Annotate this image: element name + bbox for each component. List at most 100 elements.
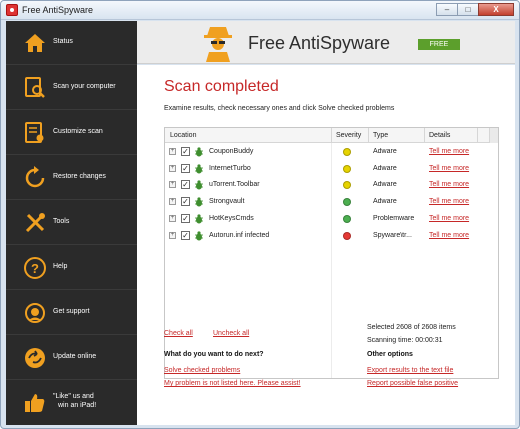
tools-icon [25,213,45,233]
uncheck-all-link[interactable]: Uncheck all [213,330,249,337]
threat-name: Strongvault [209,198,245,206]
support-icon [25,303,45,323]
sidebar-item-like-us[interactable]: "Like" us and win an iPad! [6,381,137,425]
threat-name: uTorrent.Toolbar [209,181,260,189]
next-steps-heading: What do you want to do next? [164,351,264,358]
threat-type: Adware [373,164,397,172]
table-row[interactable]: + ✓ uTorrent.Toolbar Adware Tell me more [165,177,498,193]
app-logo-icon [6,4,18,16]
app-header: Free AntiSpyware FREE [137,21,515,64]
threat-type: Spyware\tr... [373,231,412,239]
sidebar-item-label: Restore changes [53,173,106,180]
threat-name: InternetTurbo [209,164,251,172]
tell-me-more-link[interactable]: Tell me more [429,165,469,172]
expand-toggle[interactable]: + [169,198,176,206]
sidebar-item-label: Tools [53,218,70,225]
severity-indicator-icon [343,214,351,223]
maximize-button[interactable]: □ [457,3,479,16]
table-row[interactable]: + ✓ CouponBuddy Adware Tell me more [165,144,498,160]
expand-toggle[interactable]: + [169,231,176,239]
other-options-heading: Other options [367,351,413,358]
table-row[interactable]: + ✓ HotKeysCmds Problemware Tell me more [165,211,498,227]
column-severity[interactable]: Severity [336,132,361,139]
close-button[interactable]: X [478,3,514,16]
title-bar[interactable]: Free AntiSpyware – □ X [1,1,519,20]
page-title: Scan completed [164,78,279,95]
sidebar-item-help[interactable]: ? Help [6,246,137,290]
like-icon [25,394,45,412]
export-results-link[interactable]: Export results to the text file [367,367,453,374]
sidebar-item-scan[interactable]: Scan your computer [6,66,137,110]
column-type[interactable]: Type [373,132,388,139]
expand-toggle[interactable]: + [169,214,176,222]
sidebar-item-label: Customize scan [53,128,103,135]
bug-icon [195,214,203,224]
bug-icon [195,180,203,190]
svg-text:?: ? [31,261,39,276]
tell-me-more-link[interactable]: Tell me more [429,148,469,155]
main-panel: Scan completed Examine results, check ne… [137,65,515,425]
sidebar-item-customize-scan[interactable]: Customize scan [6,111,137,155]
problem-not-listed-link[interactable]: My problem is not listed here. Please as… [164,380,301,387]
threat-type: Adware [373,181,397,189]
sidebar-item-label: Help [53,263,68,270]
free-badge: FREE [418,39,460,50]
sidebar-item-update-online[interactable]: Update online [6,336,137,380]
row-checkbox[interactable]: ✓ [181,197,190,207]
column-details[interactable]: Details [429,132,450,139]
scan-magnifier-icon [25,77,45,98]
tell-me-more-link[interactable]: Tell me more [429,198,469,205]
bug-icon [195,164,203,174]
sidebar-item-label: Scan your computer [53,83,116,90]
table-row[interactable]: + ✓ InternetTurbo Adware Tell me more [165,161,498,177]
row-checkbox[interactable]: ✓ [181,180,190,190]
report-false-positive-link[interactable]: Report possible false positive [367,380,458,387]
table-header: Location Severity Type Details [165,128,498,143]
row-checkbox[interactable]: ✓ [181,230,190,240]
row-checkbox[interactable]: ✓ [181,147,190,156]
sidebar-item-get-support[interactable]: Get support [6,291,137,335]
sidebar-item-status[interactable]: Status [6,21,137,65]
expand-toggle[interactable]: + [169,148,176,155]
customize-scan-icon [25,122,44,143]
bug-icon [195,197,203,207]
sidebar-item-label: "Like" us and [53,393,94,400]
app-window: Free AntiSpyware – □ X Status Scan your … [0,0,520,429]
table-scrollbar[interactable] [489,128,498,143]
threat-name: Autorun.inf infected [209,231,270,239]
column-location[interactable]: Location [170,132,196,139]
app-name: Free AntiSpyware [248,33,391,53]
solve-problems-link[interactable]: Solve checked problems [164,367,240,374]
expand-toggle[interactable]: + [169,164,176,172]
sidebar-item-tools[interactable]: Tools [6,201,137,245]
bug-icon [195,230,203,240]
severity-indicator-icon [343,164,351,173]
sidebar-item-label: Get support [53,308,90,315]
check-all-link[interactable]: Check all [164,330,193,337]
threat-type: Adware [373,198,397,206]
tell-me-more-link[interactable]: Tell me more [429,232,469,239]
sidebar-item-restore-changes[interactable]: Restore changes [6,156,137,200]
bug-icon [195,147,203,157]
expand-toggle[interactable]: + [169,181,176,189]
threat-type: Adware [373,148,397,155]
sidebar-item-label: Update online [53,353,97,360]
window-title: Free AntiSpyware [22,5,94,15]
severity-indicator-icon [343,231,351,240]
window-controls: – □ X [436,3,514,16]
table-row[interactable]: + ✓ Strongvault Adware Tell me more [165,194,498,210]
sidebar: Status Scan your computer Customize scan [6,21,137,425]
minimize-button[interactable]: – [436,3,458,16]
row-checkbox[interactable]: ✓ [181,213,190,223]
severity-indicator-icon [343,181,351,190]
severity-indicator-icon [343,198,351,207]
table-row[interactable]: + ✓ Autorun.inf infected Spyware\tr... Tell … [165,228,498,244]
tell-me-more-link[interactable]: Tell me more [429,215,469,222]
help-icon: ? [24,257,46,279]
row-checkbox[interactable]: ✓ [181,163,190,173]
tell-me-more-link[interactable]: Tell me more [429,181,469,188]
threat-name: CouponBuddy [209,148,254,155]
severity-indicator-icon [343,148,351,156]
restore-icon [25,166,45,188]
sidebar-item-label-line2: win an iPad! [58,402,97,409]
